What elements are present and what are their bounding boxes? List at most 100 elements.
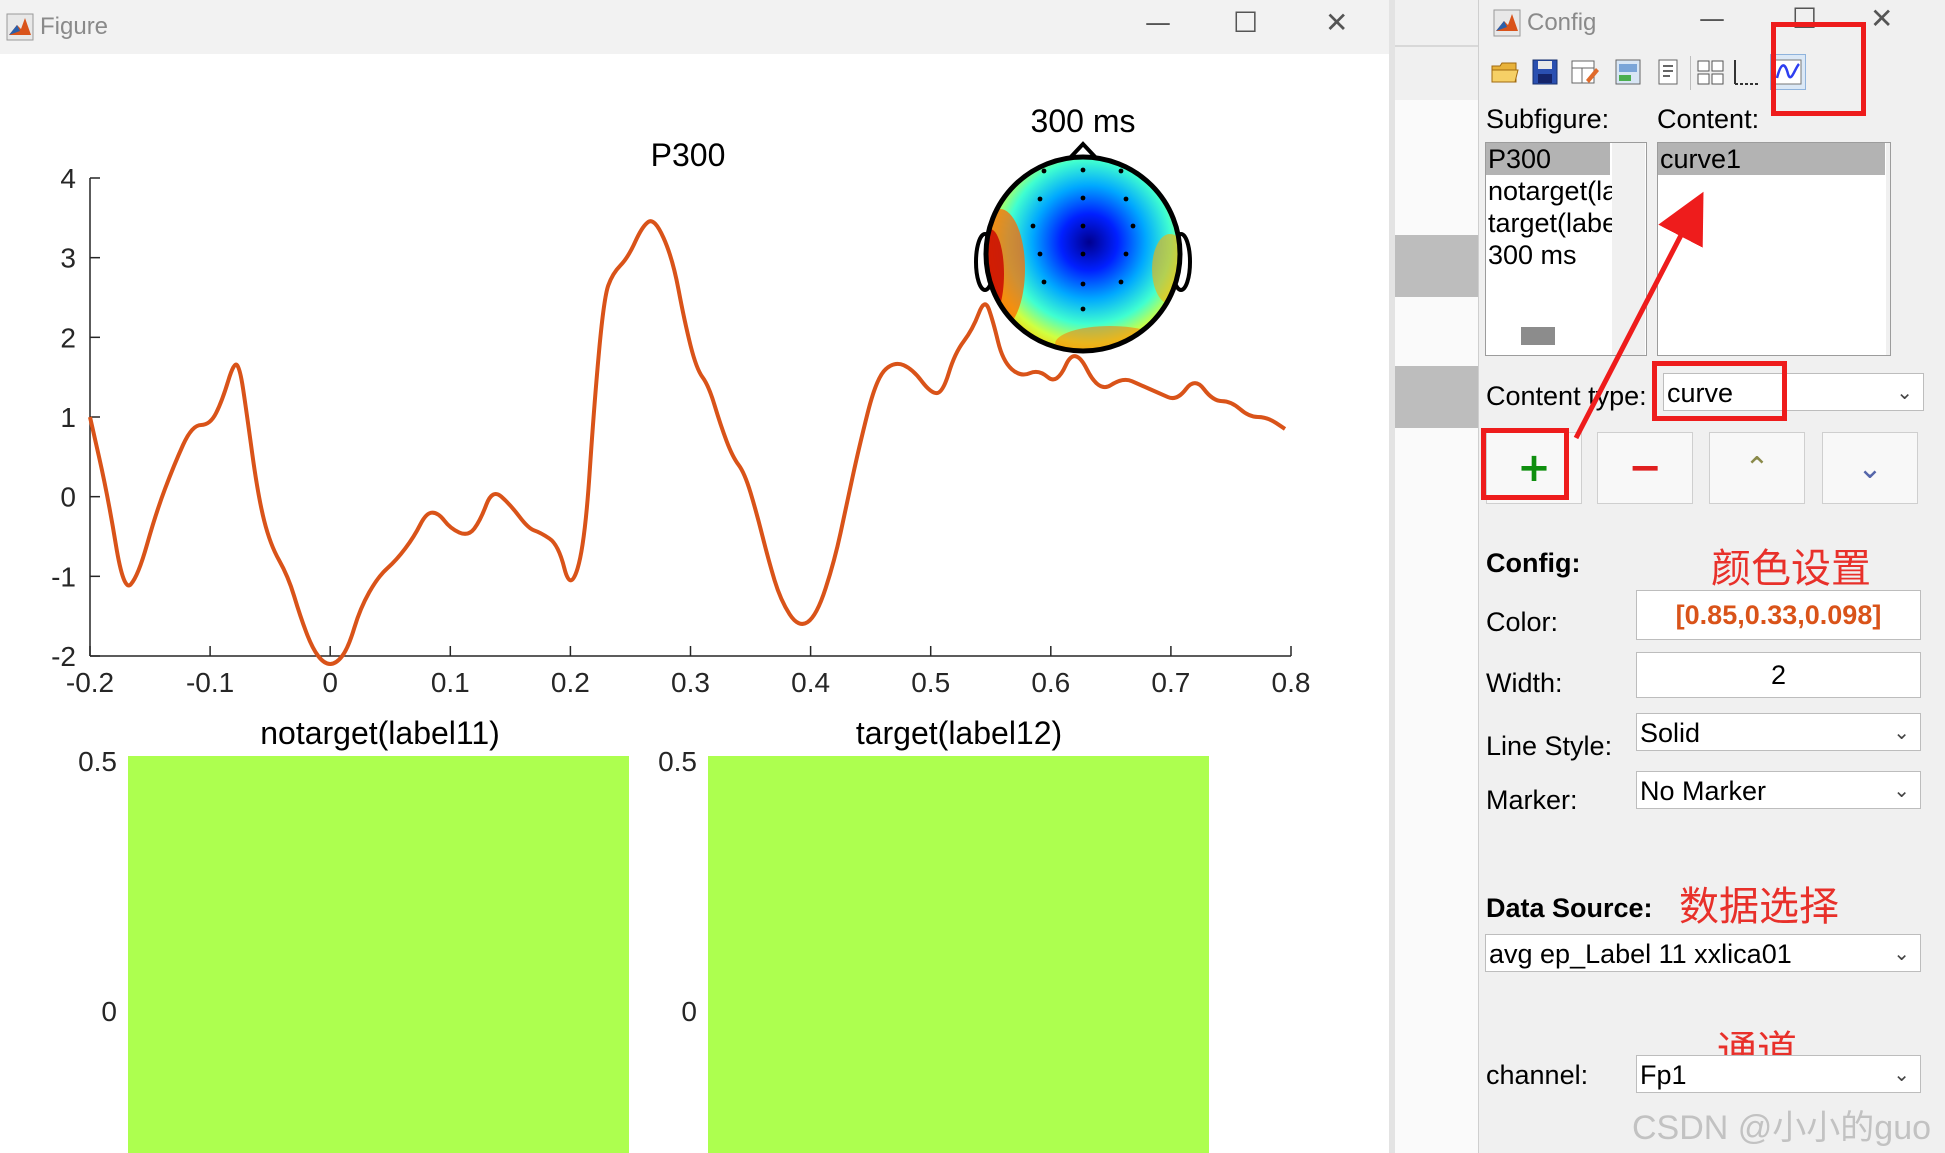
x-tick-label: 0.5 xyxy=(911,667,950,698)
line-style-dropdown[interactable]: Solid ⌄ xyxy=(1636,713,1921,751)
electrode-dot xyxy=(1030,223,1036,229)
line-style-value: Solid xyxy=(1640,718,1701,748)
highlight-box-curve-tool xyxy=(1771,22,1866,116)
matlab-icon xyxy=(1493,9,1521,37)
highlight-box-add-button xyxy=(1481,428,1569,500)
electrode-dot xyxy=(1037,251,1043,257)
y-tick-label: -1 xyxy=(51,561,76,592)
config-titlebar: Config — ☐ ✕ xyxy=(1479,0,1945,46)
matlab-icon xyxy=(6,13,34,41)
document-icon[interactable] xyxy=(1652,56,1684,88)
chevron-down-icon: ⌄ xyxy=(1893,1064,1910,1086)
notarget-bar-fill xyxy=(128,756,629,1153)
watermark: CSDN @小小的guo xyxy=(1632,1109,1932,1147)
p300-chart-title: P300 xyxy=(651,137,726,173)
axes-icon[interactable] xyxy=(1730,56,1762,88)
bg-strip-bar-2 xyxy=(1395,366,1480,428)
marker-value: No Marker xyxy=(1640,776,1767,806)
bg-strip-bar-1 xyxy=(1395,235,1480,297)
figure-title-area: Figure xyxy=(6,10,108,44)
x-ticks: -0.2 -0.1 0 0.1 0.2 0.3 0.4 0.5 0.6 0.7 0.8 xyxy=(66,646,1311,698)
subfigure-hscroll-thumb[interactable] xyxy=(1521,327,1555,345)
y-ticks: 43210-1-2 xyxy=(51,163,100,672)
marker-dropdown[interactable]: No Marker ⌄ xyxy=(1636,771,1921,809)
close-button[interactable]: ✕ xyxy=(1325,6,1348,39)
electrode-dot xyxy=(1123,251,1129,257)
data-source-value: avg ep_Label 11 xxlica01 xyxy=(1489,939,1792,969)
background-window-strip xyxy=(1395,0,1480,1153)
edit-layout-icon[interactable] xyxy=(1569,56,1601,88)
color-input[interactable]: [0.85,0.33,0.098] xyxy=(1636,590,1921,640)
electrode-dot xyxy=(1080,251,1086,257)
x-tick-label: -0.2 xyxy=(66,667,114,698)
y-tick-label: 4 xyxy=(60,163,76,194)
grid-layout-icon[interactable] xyxy=(1695,56,1727,88)
target-ytick-zero: 0 xyxy=(681,996,697,1027)
content-item-curve1[interactable]: curve1 xyxy=(1658,143,1885,175)
topoplot-colormap xyxy=(986,157,1180,351)
y-tick-label: 3 xyxy=(60,243,76,274)
x-tick-label: 0.8 xyxy=(1272,667,1311,698)
toolbar-separator xyxy=(1690,56,1691,90)
electrode-dot xyxy=(1080,223,1086,229)
data-source-dropdown[interactable]: avg ep_Label 11 xxlica01 ⌄ xyxy=(1485,934,1921,972)
target-ytick-top: 0.5 xyxy=(658,746,697,777)
notarget-ytick-top: 0.5 xyxy=(78,746,117,777)
open-folder-icon[interactable] xyxy=(1489,56,1521,88)
width-input[interactable]: 2 xyxy=(1636,652,1921,698)
color-label: Color: xyxy=(1486,607,1559,637)
chevron-down-icon: ⌄ xyxy=(1896,382,1913,404)
chevron-up-icon: ⌃ xyxy=(1744,450,1770,486)
target-bar-fill xyxy=(708,756,1209,1153)
move-up-button[interactable]: ⌃ xyxy=(1709,432,1805,504)
line-style-label: Line Style: xyxy=(1486,731,1613,761)
minus-icon: − xyxy=(1628,445,1662,491)
x-tick-label: 0.1 xyxy=(431,667,470,698)
width-label: Width: xyxy=(1486,668,1563,698)
color-setting-note: 颜色设置 xyxy=(1711,546,1871,592)
minimize-button[interactable]: — xyxy=(1145,8,1171,38)
subfigure-label: Subfigure: xyxy=(1486,104,1610,134)
config-minimize-button[interactable]: — xyxy=(1699,4,1725,34)
x-tick-label: 0.7 xyxy=(1151,667,1190,698)
move-down-button[interactable]: ⌄ xyxy=(1822,432,1918,504)
electrode-dot xyxy=(1123,196,1129,202)
config-section-label: Config: xyxy=(1486,548,1581,578)
chevron-down-icon: ⌄ xyxy=(1857,450,1883,486)
notarget-axes: notarget(label11) 0.5 0 xyxy=(78,715,629,1153)
maximize-button[interactable]: ☐ xyxy=(1233,6,1258,39)
remove-content-button[interactable]: − xyxy=(1597,432,1693,504)
x-tick-label: 0.4 xyxy=(791,667,830,698)
notarget-ytick-zero: 0 xyxy=(101,996,117,1027)
figure-title: Figure xyxy=(40,13,109,40)
save-icon[interactable] xyxy=(1529,56,1561,88)
subfigure-scrollbar[interactable] xyxy=(1612,143,1645,355)
topoplot-title: 300 ms xyxy=(1031,103,1136,139)
y-tick-label: 0 xyxy=(60,482,76,513)
target-axes: target(label12) 0.5 0 xyxy=(658,715,1209,1153)
color-input-value: [0.85,0.33,0.098] xyxy=(1675,599,1882,630)
topoplot: 300 ms xyxy=(974,103,1192,354)
electrode-dot xyxy=(1118,168,1124,174)
subfigure-item-p300[interactable]: P300 xyxy=(1486,143,1610,175)
print-preview-icon[interactable] xyxy=(1612,56,1644,88)
marker-label: Marker: xyxy=(1486,785,1578,815)
target-chart-title: target(label12) xyxy=(856,715,1062,751)
subfigure-listbox[interactable]: P300 notarget(la target(labe 300 ms xyxy=(1485,142,1647,356)
config-close-button[interactable]: ✕ xyxy=(1870,2,1893,35)
x-tick-label: 0.6 xyxy=(1031,667,1070,698)
x-tick-label: 0.2 xyxy=(551,667,590,698)
config-window: Config — ☐ ✕ Subfigure: Content: P300 no… xyxy=(1478,0,1945,1153)
channel-dropdown[interactable]: Fp1 ⌄ xyxy=(1636,1055,1921,1093)
figure-canvas: P300 43210-1-2 -0.2 -0.1 0 0.1 0.2 0.3 0.4 0.5 0… xyxy=(51,103,1311,1153)
data-source-label: Data Source: xyxy=(1486,893,1653,923)
electrode-dot xyxy=(1118,279,1124,285)
content-scrollbar[interactable] xyxy=(1886,143,1890,355)
chevron-down-icon: ⌄ xyxy=(1893,943,1910,965)
notarget-chart-title: notarget(label11) xyxy=(260,715,500,751)
config-title: Config xyxy=(1527,9,1597,36)
x-tick-label: 0 xyxy=(322,667,338,698)
electrode-dot xyxy=(1080,167,1086,173)
content-listbox[interactable]: curve1 xyxy=(1657,142,1891,356)
electrode-dot xyxy=(1041,279,1047,285)
